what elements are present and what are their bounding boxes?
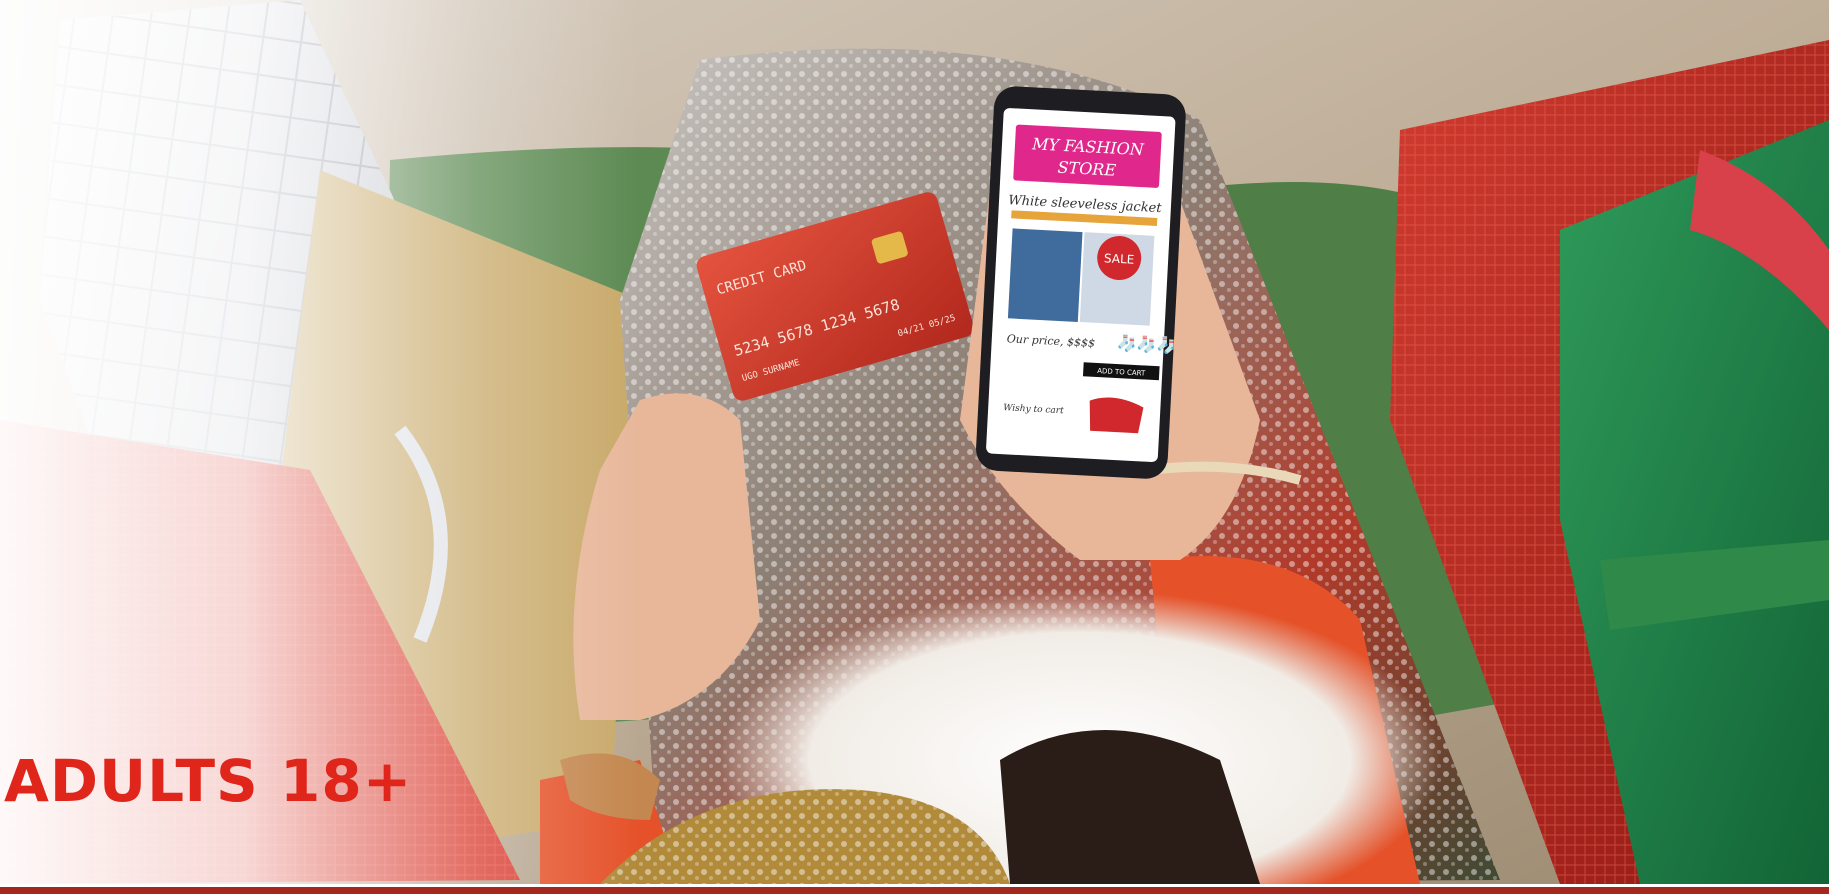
banner: CREDIT CARD 5234 5678 1234 5678 UGO SURN… [0, 0, 1829, 894]
smartphone: MY FASHION STORE White sleeveless jacket… [976, 86, 1186, 479]
bottom-rule [0, 887, 1829, 894]
store-name-line2: STORE [1057, 158, 1117, 180]
stockings-icon: 🧦🧦🧦 [1116, 333, 1177, 355]
age-group-heading: ADULTS 18+ [4, 747, 413, 815]
sale-badge-label: SALE [1104, 251, 1135, 267]
